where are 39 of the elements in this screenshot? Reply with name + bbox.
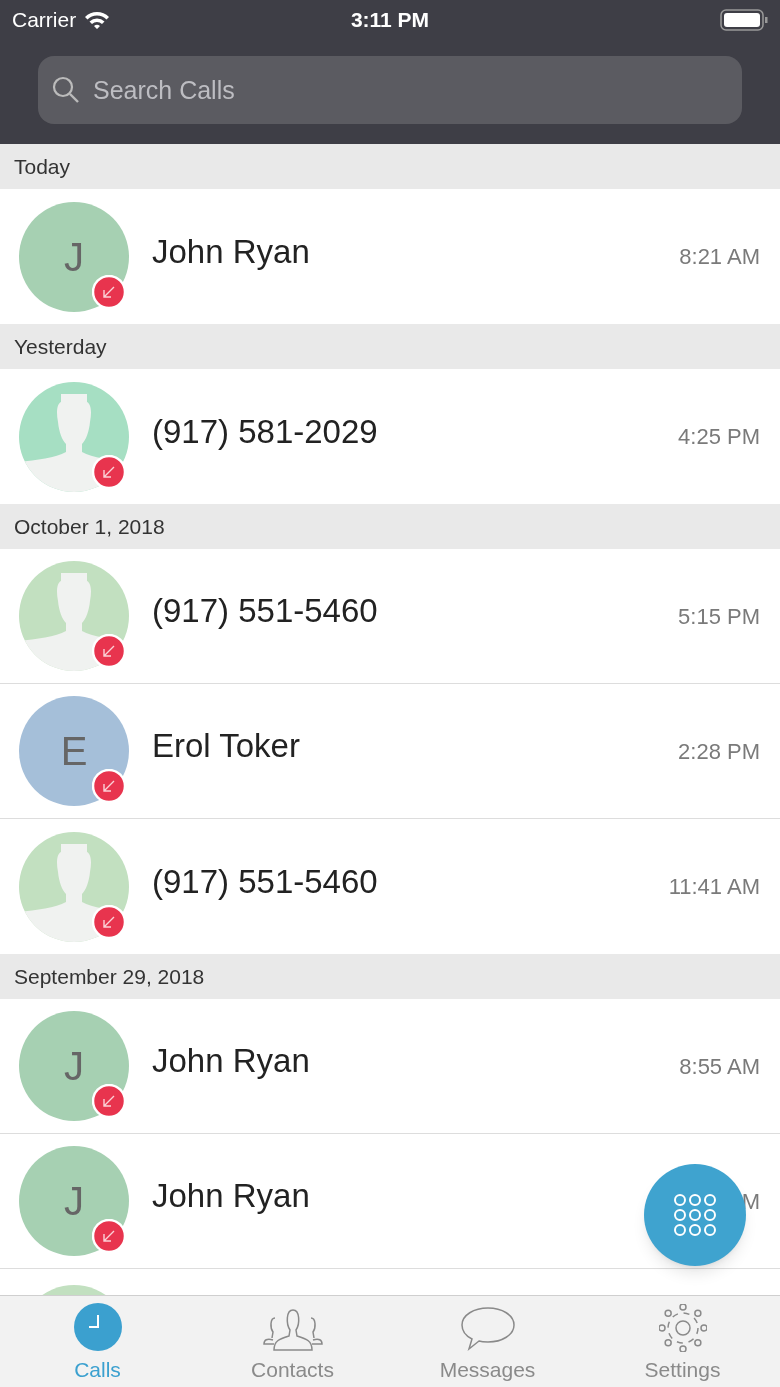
avatar: E xyxy=(19,696,129,806)
people-icon xyxy=(262,1307,323,1352)
section-header: September 29, 2018 xyxy=(0,954,780,999)
clock-time: 3:11 PM xyxy=(350,7,430,34)
caller-name: John Ryan xyxy=(152,231,310,272)
settings-icon xyxy=(658,1303,707,1352)
call-row[interactable]: E Erol Toker 2:28 PM xyxy=(0,684,780,819)
section-header: Yesterday xyxy=(0,324,780,369)
dialpad-icon xyxy=(673,1193,717,1237)
clock-icon xyxy=(72,1301,123,1352)
battery-icon xyxy=(720,9,768,31)
avatar: J xyxy=(19,201,129,312)
caller-name: John Ryan xyxy=(152,1176,310,1217)
call-time: 11:41 AM xyxy=(668,873,760,901)
call-row[interactable]: (917) 551-5460 5:15 PM xyxy=(0,549,780,684)
search-icon xyxy=(52,76,80,104)
speech-bubble-icon xyxy=(459,1305,516,1352)
caller-name: (917) 551-5460 xyxy=(152,861,378,902)
call-time: 5:15 PM xyxy=(678,602,760,631)
call-row[interactable]: J John Ryan 8:55 AM xyxy=(0,999,780,1134)
wifi-icon xyxy=(84,10,111,30)
call-row[interactable]: J John Ryan 8:21 AM xyxy=(0,189,780,324)
call-time: 2:28 PM xyxy=(678,737,760,766)
avatar: J xyxy=(19,1011,129,1121)
call-row[interactable]: (917) 581-2029 4:25 PM xyxy=(0,369,780,504)
section-header: October 1, 2018 xyxy=(0,504,780,549)
caller-name: (917) 551-5460 xyxy=(152,591,378,632)
avatar: J xyxy=(19,1146,129,1256)
caller-name: Erol Toker xyxy=(152,726,300,767)
call-time: 4:25 PM xyxy=(678,423,760,451)
call-row[interactable]: (917) 551-5460 11:41 AM xyxy=(0,819,780,954)
search-field[interactable]: Search Calls xyxy=(38,56,742,124)
carrier-label: Carrier xyxy=(12,7,77,34)
caller-name: (917) 581-2029 xyxy=(152,411,378,452)
call-time: M xyxy=(741,1187,760,1216)
call-time: 8:55 AM xyxy=(679,1052,760,1081)
call-time: 8:21 AM xyxy=(679,243,760,271)
section-header: Today xyxy=(0,144,780,189)
caller-name: John Ryan xyxy=(152,1041,310,1082)
